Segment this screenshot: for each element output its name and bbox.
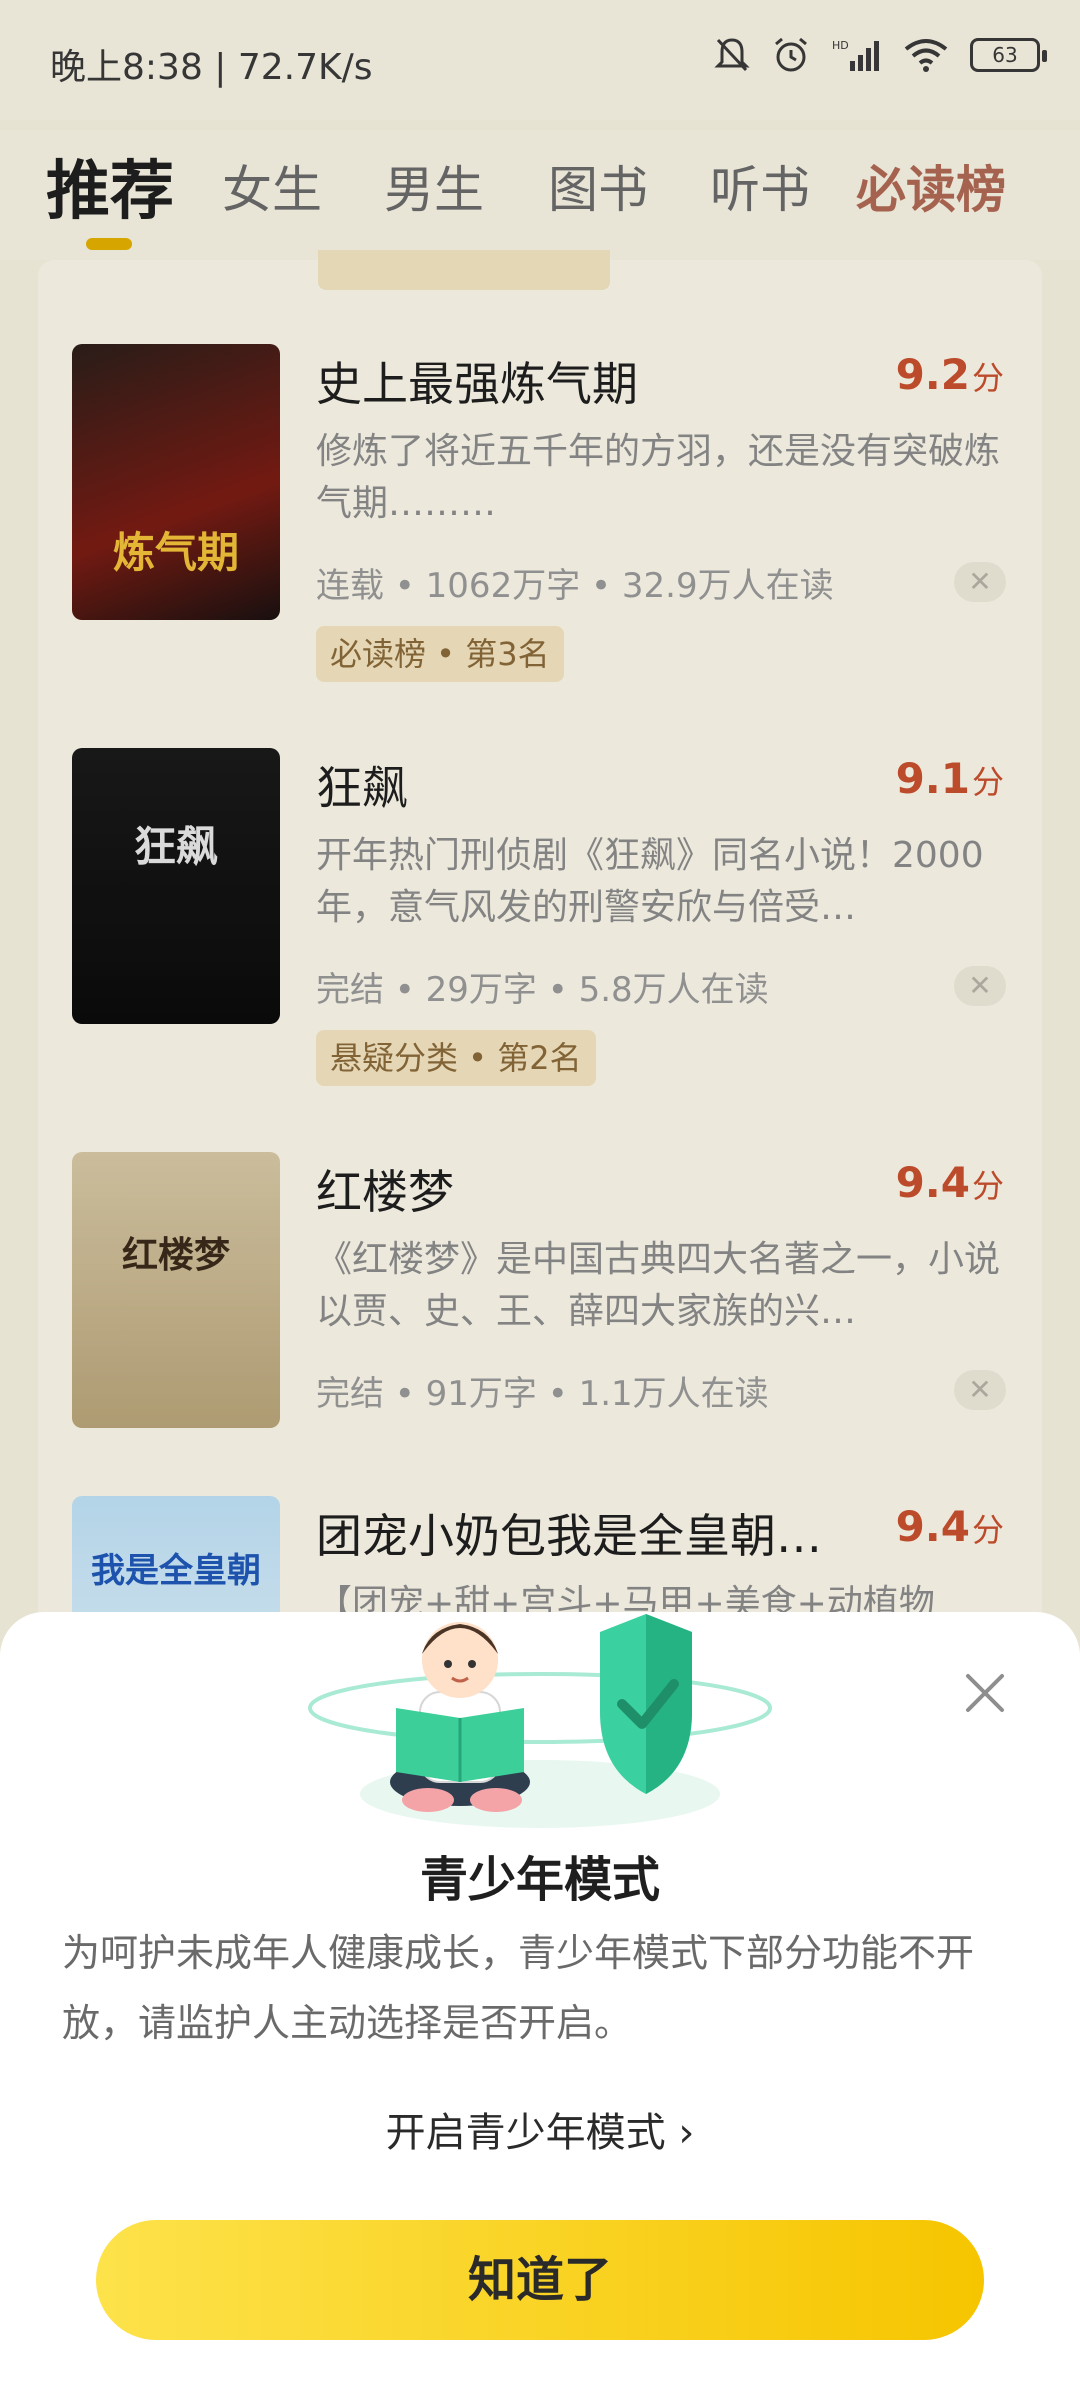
close-icon[interactable] <box>960 1668 1010 1718</box>
enable-teen-mode-link[interactable]: 开启青少年模式 › <box>0 2100 1080 2158</box>
sheet-title: 青少年模式 <box>419 1852 660 1908</box>
sheet-description: 为呵护未成年人健康成长，青少年模式下部分功能不开放，请监护人主动选择是否开启。 <box>62 1931 975 2045</box>
teen-mode-illustration <box>308 1614 772 1828</box>
got-it-button[interactable]: 知道了 <box>96 2220 984 2340</box>
teen-mode-sheet: 青少年模式 为呵护未成年人健康成长，青少年模式下部分功能不开放，请监护人主动选择… <box>0 1612 1080 2400</box>
